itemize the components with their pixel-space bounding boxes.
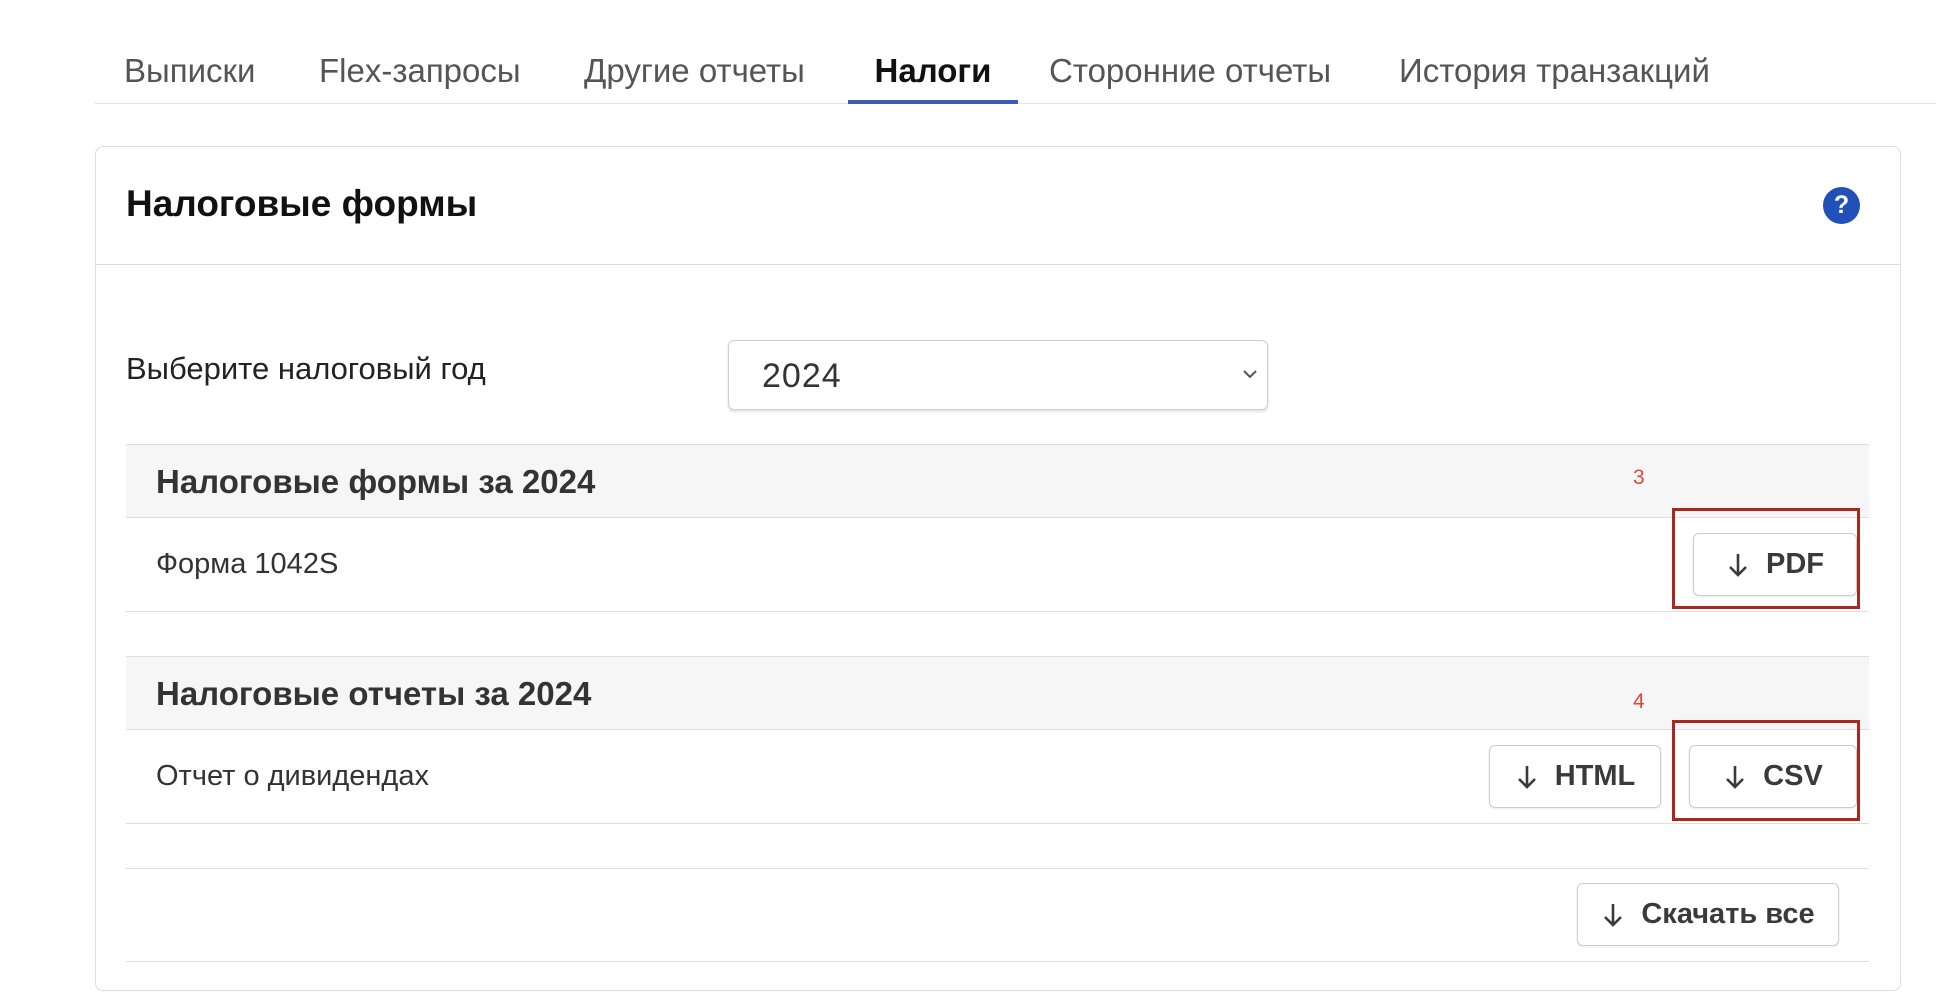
annotation-number-4: 4 (1633, 690, 1645, 713)
download-all-row: Скачать все (126, 868, 1869, 962)
tax-year-select[interactable]: 2024 (728, 340, 1268, 410)
tax-forms-section: Налоговые формы за 2024 Форма 1042S PDF (126, 444, 1869, 616)
arrow-down-icon (1729, 553, 1747, 577)
download-all-button[interactable]: Скачать все (1577, 883, 1839, 946)
annotation-number-3: 3 (1633, 466, 1645, 489)
tab-label: Другие отчеты (584, 52, 805, 89)
tab-taxes[interactable]: Налоги (848, 44, 1018, 104)
table-row: Отчет о дивидендах HTML CSV (126, 730, 1869, 824)
arrow-down-icon (1604, 903, 1623, 927)
download-csv-button[interactable]: CSV (1689, 745, 1857, 808)
tab-label: Выписки (124, 52, 256, 89)
tax-year-label: Выберите налоговый год (126, 351, 486, 386)
button-label: Скачать все (1641, 898, 1815, 930)
arrow-down-icon (1726, 765, 1745, 789)
card-title: Налоговые формы (126, 183, 478, 224)
dividends-report-label: Отчет о дивидендах (156, 760, 429, 792)
tax-forms-card: Налоговые формы ? Выберите налоговый год… (95, 146, 1901, 991)
section-title: Налоговые отчеты за 2024 (156, 675, 592, 712)
help-icon[interactable]: ? (1823, 187, 1860, 224)
chevron-down-icon (1243, 370, 1257, 379)
section-header: Налоговые отчеты за 2024 (126, 656, 1869, 730)
button-label: PDF (1766, 548, 1824, 580)
tab-flex-queries[interactable]: Flex-запросы (319, 44, 521, 104)
button-label: CSV (1763, 760, 1823, 792)
tab-third-party-reports[interactable]: Сторонние отчеты (1049, 44, 1331, 104)
arrow-down-icon (1517, 765, 1536, 789)
tax-reports-section: Налоговые отчеты за 2024 Отчет о дивиден… (126, 656, 1869, 828)
download-html-button[interactable]: HTML (1489, 745, 1661, 808)
tab-label: Налоги (874, 52, 992, 89)
card-header: Налоговые формы ? (96, 147, 1900, 265)
tax-year-value: 2024 (762, 357, 842, 395)
button-label: HTML (1554, 760, 1636, 792)
section-header: Налоговые формы за 2024 (126, 444, 1869, 518)
form-1042s-label: Форма 1042S (156, 548, 339, 580)
tab-statements[interactable]: Выписки (124, 44, 255, 104)
download-pdf-button[interactable]: PDF (1693, 533, 1857, 596)
report-tabs: Выписки Flex-запросы Другие отчеты Налог… (95, 44, 1936, 104)
section-title: Налоговые формы за 2024 (156, 463, 596, 500)
tab-label: История транзакций (1399, 52, 1710, 89)
tab-label: Flex-запросы (319, 52, 521, 89)
tab-transaction-history[interactable]: История транзакций (1399, 44, 1710, 104)
table-row: Форма 1042S PDF (126, 518, 1869, 612)
tab-other-reports[interactable]: Другие отчеты (584, 44, 805, 104)
tab-label: Сторонние отчеты (1049, 52, 1332, 89)
